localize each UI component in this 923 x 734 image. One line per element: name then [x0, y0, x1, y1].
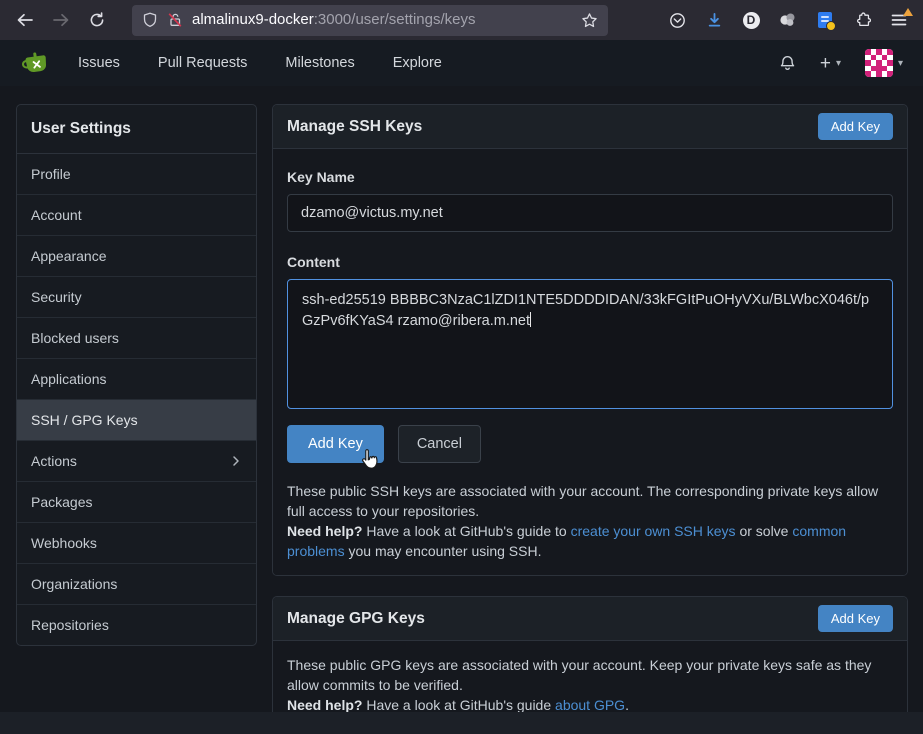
tracking-shield-icon[interactable]	[142, 12, 158, 28]
sidebar-item-account[interactable]: Account	[17, 195, 256, 236]
nav-link-explore[interactable]: Explore	[393, 55, 442, 71]
form-buttons-row: Add Key Cancel	[287, 425, 893, 463]
extension-toolbar: D	[663, 6, 913, 34]
puzzle-piece-icon	[854, 12, 871, 29]
plus-icon: +	[820, 54, 831, 73]
ssh-keys-panel: Manage SSH Keys Add Key Key Name Content…	[272, 104, 908, 576]
sidebar-item-blocked-users[interactable]: Blocked users	[17, 318, 256, 359]
content-label: Content	[287, 254, 893, 270]
ssh-add-key-toggle-button[interactable]: Add Key	[818, 113, 893, 140]
ssh-panel-body: Key Name Content ssh-ed25519 BBBBC3NzaC1…	[273, 149, 907, 575]
ssh-help-text: Need help? Have a look at GitHub's guide…	[287, 521, 893, 561]
create-ssh-keys-link[interactable]: create your own SSH keys	[571, 523, 736, 539]
text-caret	[530, 312, 531, 327]
sidebar-item-appearance[interactable]: Appearance	[17, 236, 256, 277]
sidebar-item-ssh-gpg-keys[interactable]: SSH / GPG Keys	[17, 400, 256, 441]
url-host: almalinux9-docker	[192, 11, 314, 28]
user-menu-button[interactable]: ▾	[865, 49, 903, 77]
footer-strip	[0, 712, 923, 734]
notifications-button[interactable]	[779, 55, 796, 72]
add-key-submit-button[interactable]: Add Key	[287, 425, 384, 463]
gpg-add-key-toggle-button[interactable]: Add Key	[818, 605, 893, 632]
back-button[interactable]	[10, 5, 40, 35]
chevron-right-icon	[230, 455, 242, 467]
gpg-panel-header: Manage GPG Keys Add Key	[273, 597, 907, 641]
settings-page: User Settings Profile Account Appearance…	[0, 86, 923, 730]
url-path: :3000/user/settings/keys	[314, 11, 476, 28]
navbar-right: + ▾ ▾	[779, 49, 903, 77]
extensions-button[interactable]	[848, 6, 876, 34]
gpg-panel-title: Manage GPG Keys	[287, 610, 425, 628]
reload-icon	[89, 12, 105, 28]
key-name-label: Key Name	[287, 169, 893, 185]
download-icon	[706, 12, 723, 29]
reload-button[interactable]	[82, 5, 112, 35]
key-content-textarea[interactable]: ssh-ed25519 BBBBC3NzaC1lZDI1NTE5DDDDIDAN…	[287, 279, 893, 409]
sidebar-item-actions[interactable]: Actions	[17, 441, 256, 482]
blue-document-icon	[818, 12, 832, 28]
url-bar[interactable]: almalinux9-docker:3000/user/settings/key…	[132, 5, 608, 36]
ssh-panel-title: Manage SSH Keys	[287, 118, 422, 136]
nav-link-milestones[interactable]: Milestones	[285, 55, 354, 71]
letter-d-icon: D	[743, 12, 760, 29]
forward-button[interactable]	[46, 5, 76, 35]
ssh-panel-header: Manage SSH Keys Add Key	[273, 105, 907, 149]
gray-circles-icon	[779, 11, 797, 29]
chevron-down-icon: ▾	[836, 58, 841, 69]
sidebar-item-packages[interactable]: Packages	[17, 482, 256, 523]
back-icon	[16, 12, 34, 28]
bell-icon	[779, 55, 796, 72]
cancel-button[interactable]: Cancel	[398, 425, 481, 463]
extension-translate-button[interactable]	[811, 6, 839, 34]
about-gpg-link[interactable]: about GPG	[555, 697, 625, 713]
nav-links: Issues Pull Requests Milestones Explore	[78, 55, 442, 71]
pocket-button[interactable]	[663, 6, 691, 34]
gpg-description-text: These public GPG keys are associated wit…	[287, 655, 893, 695]
sidebar-item-webhooks[interactable]: Webhooks	[17, 523, 256, 564]
create-new-button[interactable]: + ▾	[820, 54, 841, 73]
update-warning-badge	[903, 8, 913, 16]
gitea-cup-icon	[20, 48, 52, 78]
extension-d-button[interactable]: D	[737, 6, 765, 34]
nav-link-pull-requests[interactable]: Pull Requests	[158, 55, 247, 71]
pocket-icon	[669, 12, 686, 29]
sidebar-title: User Settings	[17, 105, 256, 154]
key-name-input[interactable]	[287, 194, 893, 232]
sidebar-item-repositories[interactable]: Repositories	[17, 605, 256, 645]
extension-circles-button[interactable]	[774, 6, 802, 34]
downloads-button[interactable]	[700, 6, 728, 34]
gpg-keys-panel: Manage GPG Keys Add Key These public GPG…	[272, 596, 908, 730]
settings-main: Manage SSH Keys Add Key Key Name Content…	[272, 104, 908, 730]
forward-icon	[52, 12, 70, 28]
sidebar-item-organizations[interactable]: Organizations	[17, 564, 256, 605]
settings-sidebar: User Settings Profile Account Appearance…	[16, 104, 257, 646]
gitea-logo[interactable]	[20, 48, 52, 78]
sidebar-item-applications[interactable]: Applications	[17, 359, 256, 400]
sidebar-item-security[interactable]: Security	[17, 277, 256, 318]
chevron-down-icon: ▾	[898, 58, 903, 69]
site-navbar: Issues Pull Requests Milestones Explore …	[0, 40, 923, 86]
browser-toolbar: almalinux9-docker:3000/user/settings/key…	[0, 0, 923, 40]
bookmark-star-icon[interactable]	[581, 12, 598, 29]
user-avatar	[865, 49, 893, 77]
insecure-lock-icon[interactable]	[167, 12, 183, 28]
ssh-description-text: These public SSH keys are associated wit…	[287, 481, 893, 521]
app-menu-button[interactable]	[885, 6, 913, 34]
nav-link-issues[interactable]: Issues	[78, 55, 120, 71]
yellow-badge-icon	[826, 21, 836, 31]
sidebar-item-profile[interactable]: Profile	[17, 154, 256, 195]
key-content-text: ssh-ed25519 BBBBC3NzaC1lZDI1NTE5DDDDIDAN…	[302, 292, 869, 329]
address-text: almalinux9-docker:3000/user/settings/key…	[192, 11, 572, 29]
